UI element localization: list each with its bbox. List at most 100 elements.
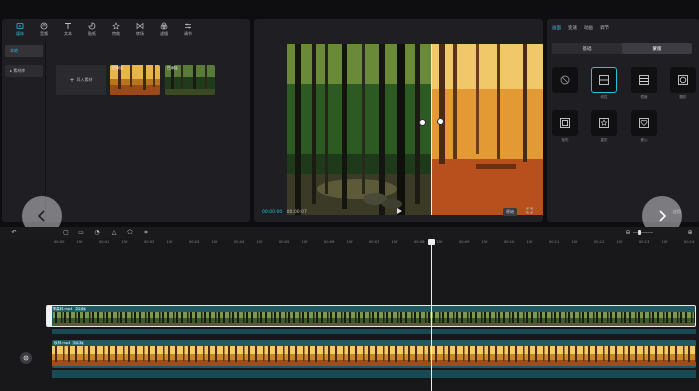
tick-label: 15f <box>76 240 83 244</box>
crop-icon[interactable]: ▢ <box>62 229 70 237</box>
mask-option-star-mask[interactable] <box>591 110 617 136</box>
play-icon <box>397 208 402 214</box>
tick-label: 15f <box>166 240 173 244</box>
media-thumb-autumn[interactable]: 已添加 <box>110 65 160 95</box>
mask-option-rect-mask[interactable] <box>552 110 578 136</box>
zoom-out-icon[interactable]: ⊖ <box>624 229 632 237</box>
tab-audio[interactable]: 音频 <box>32 19 56 39</box>
tick-label: 00:00 <box>54 240 65 244</box>
property-tab[interactable]: 动画 <box>584 25 593 31</box>
tab-label: 贴纸 <box>88 30 96 36</box>
tick-label: 15f <box>661 240 668 244</box>
mask-option-label: 矩形 <box>561 138 569 142</box>
tab-label: 音频 <box>40 30 48 36</box>
fullscreen-button[interactable] <box>526 207 533 216</box>
tick-label: 00:12 <box>594 240 605 244</box>
tick-label: 00:11 <box>549 240 560 244</box>
play-button[interactable] <box>395 207 403 215</box>
tab-label: 调节 <box>184 30 192 36</box>
mask-option-label: 爱心 <box>640 138 648 142</box>
tick-label: 00:01 <box>99 240 110 244</box>
video-track-summer[interactable]: 夏季森林.mp4 21.6s <box>46 305 696 327</box>
speed-icon[interactable]: ◔ <box>93 229 101 237</box>
tick-label: 00:13 <box>639 240 650 244</box>
playhead[interactable] <box>431 239 432 391</box>
import-label: 导入素材 <box>76 77 93 82</box>
timeline: 00:00 15f 00:01 15f 00:02 15f 00:03 15f 00:04 15f… <box>0 239 699 391</box>
mask-option-heart-mask[interactable] <box>631 110 657 136</box>
tool-tabs: 媒体 音频 文本 贴纸 特效 转场 滤镜 调节 <box>2 19 202 39</box>
autumn-clip-filmstrip <box>52 346 696 366</box>
adjust-icon <box>185 23 191 28</box>
tab-text[interactable]: 文本 <box>56 19 80 39</box>
time-ruler[interactable]: 00:00 15f 00:01 15f 00:02 15f 00:03 15f 00:04 15f… <box>0 239 699 249</box>
tick-label: 15f <box>211 240 218 244</box>
ratio-button[interactable]: 原始 <box>503 208 517 216</box>
tab-sticker[interactable]: 贴纸 <box>80 19 104 39</box>
tick-label: 15f <box>481 240 488 244</box>
freeze-icon[interactable]: ▭ <box>77 229 85 237</box>
tick-label: 00:05 <box>279 240 290 244</box>
fullscreen-icon <box>526 207 533 214</box>
tick-label: 15f <box>391 240 398 244</box>
summer-clip-filmstrip <box>53 312 695 326</box>
zoom-in-icon[interactable]: ⊕ <box>686 229 694 237</box>
property-tab[interactable]: 变速 <box>568 25 577 31</box>
tab-transition[interactable]: 转场 <box>128 19 152 39</box>
mask-rotate-handle[interactable] <box>419 119 426 126</box>
tick-label: 15f <box>616 240 623 244</box>
mask-option-linear-mask[interactable] <box>591 67 617 93</box>
thumb-caption: 已添加 <box>167 66 178 70</box>
tab-label: 媒体 <box>16 30 24 36</box>
effects-icon <box>112 21 120 29</box>
mask-option-label: 镜面 <box>640 95 648 99</box>
tick-label: 00:02 <box>144 240 155 244</box>
text-icon <box>65 22 71 29</box>
tab-adjust[interactable]: 调节 <box>176 19 200 39</box>
subtab-label: 基础 <box>582 46 592 52</box>
ratio-label: 原始 <box>506 209 514 214</box>
undo-icon[interactable]: ↶ <box>10 229 18 237</box>
mask-split-line[interactable] <box>431 44 432 215</box>
clip-trim-handle[interactable] <box>47 306 52 326</box>
mask-option-circle-mask[interactable] <box>670 67 696 93</box>
tick-label: 00:14 <box>684 240 695 244</box>
rotate-icon[interactable]: ⬠ <box>126 229 134 237</box>
mask-subtabs: 基础 蒙版 <box>552 43 692 54</box>
media-thumb-summer[interactable]: 已添加 <box>165 65 215 95</box>
side-item-local[interactable]: 本地 <box>5 45 43 57</box>
import-media-button[interactable]: + 导入素材 <box>56 65 106 95</box>
video-track-autumn[interactable]: 秋林.mp4 54.3s <box>52 340 696 368</box>
trim-icon[interactable]: ⌗ <box>142 229 150 237</box>
tick-label: 00:06 <box>324 240 335 244</box>
zoom-slider[interactable] <box>633 232 653 233</box>
properties-panel: 画面变速动画调节 基础 蒙版 线性镜面圆形矩形星形爱心 应用 <box>547 19 699 222</box>
mirror-icon[interactable]: △ <box>110 229 118 237</box>
tab-effects[interactable]: 特效 <box>104 19 128 39</box>
mask-option-mirror-mask[interactable] <box>631 67 657 93</box>
tick-label: 15f <box>121 240 128 244</box>
clip-name: 秋林.mp4 <box>54 341 71 345</box>
zoom-slider-thumb[interactable] <box>638 230 641 235</box>
side-item-library[interactable]: ▸ 素材库 <box>5 65 43 77</box>
clip-duration: 21.6s <box>74 307 87 311</box>
mask-option-none[interactable] <box>552 67 578 93</box>
property-tab[interactable]: 调节 <box>600 25 609 31</box>
track-audio-bar <box>52 370 696 378</box>
cover-button[interactable] <box>20 352 32 364</box>
tab-label: 特效 <box>112 30 120 36</box>
subtab-basic[interactable]: 基础 <box>552 43 622 54</box>
tab-filter[interactable]: 滤镜 <box>152 19 176 39</box>
side-nav: 本地 ▸ 素材库 <box>5 45 43 85</box>
plus-icon: + <box>69 76 75 84</box>
property-tab[interactable]: 画面 <box>552 25 561 31</box>
tab-media[interactable]: 媒体 <box>8 19 32 39</box>
tick-label: 00:09 <box>459 240 470 244</box>
mask-feather-handle[interactable] <box>437 118 444 125</box>
subtab-mask[interactable]: 蒙版 <box>622 43 692 54</box>
media-icon <box>16 22 24 29</box>
preview-panel: 00:00:00 00:00:07 原始 <box>254 19 543 222</box>
video-preview[interactable] <box>287 44 543 215</box>
current-time: 00:00:00 <box>262 210 283 215</box>
media-panel: 媒体 音频 文本 贴纸 特效 转场 滤镜 调节 本地 ▸ 素材库 + 导入素材 已添加 <box>2 19 250 222</box>
